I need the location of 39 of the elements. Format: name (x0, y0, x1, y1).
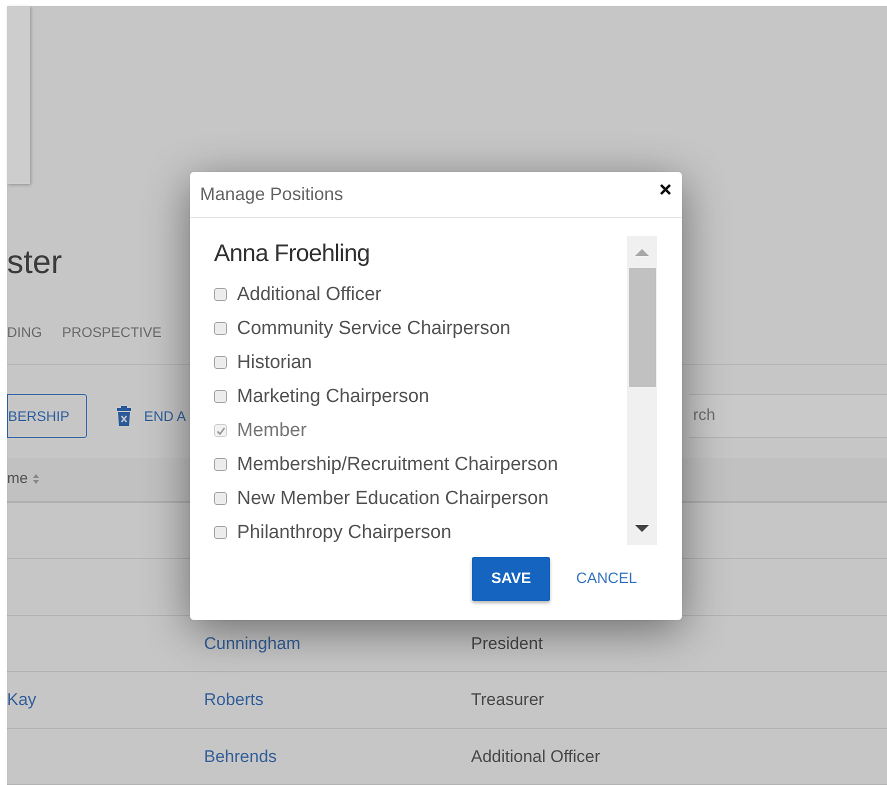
tab[interactable]: PROSPECTIVE (62, 322, 162, 344)
membership-button[interactable]: BERSHIP (7, 394, 87, 438)
position-label[interactable]: Additional Officer (237, 283, 382, 306)
scroll-up-icon[interactable] (635, 249, 649, 256)
column-header[interactable]: me (7, 468, 39, 490)
position-cell: Treasurer (471, 690, 544, 709)
position-label[interactable]: New Member Education Chairperson (237, 487, 549, 510)
checkbox[interactable] (214, 288, 227, 301)
last-name-link[interactable]: Cunningham (204, 634, 300, 652)
position-label[interactable]: Membership/Recruitment Chairperson (237, 453, 558, 476)
checkbox[interactable] (214, 390, 227, 403)
scroll-down-icon[interactable] (635, 525, 649, 532)
checkbox[interactable] (214, 356, 227, 369)
checkbox[interactable] (214, 458, 227, 471)
sort-icon (32, 474, 39, 484)
position-cell: Additional Officer (471, 746, 600, 766)
checkbox[interactable] (214, 492, 227, 505)
dialog-title: Manage Positions (200, 183, 344, 206)
page-heading: ster (7, 242, 62, 282)
scrollbar[interactable] (627, 236, 657, 545)
scroll-thumb[interactable] (628, 268, 656, 387)
position-cell: President (471, 634, 543, 652)
search-field[interactable]: rch (689, 394, 887, 438)
member-name: Anna Froehling (214, 239, 370, 269)
end-button[interactable]: END A (144, 406, 186, 427)
position-label[interactable]: Historian (237, 351, 312, 374)
position-label[interactable]: Philanthropy Chairperson (237, 521, 452, 544)
last-name-link[interactable]: Roberts (204, 690, 264, 709)
close-icon[interactable] (660, 184, 671, 195)
tab[interactable]: DING (7, 322, 42, 344)
checkbox[interactable] (214, 322, 227, 335)
cancel-button[interactable]: CANCEL (576, 568, 637, 590)
first-name-link[interactable]: Kay (7, 690, 36, 709)
checkbox[interactable] (214, 526, 227, 539)
position-label[interactable]: Community Service Chairperson (237, 317, 510, 340)
save-button[interactable]: SAVE (472, 557, 550, 601)
trash-icon (117, 406, 131, 426)
position-label[interactable]: Marketing Chairperson (237, 385, 430, 408)
last-name-link[interactable]: Behrends (204, 746, 277, 766)
